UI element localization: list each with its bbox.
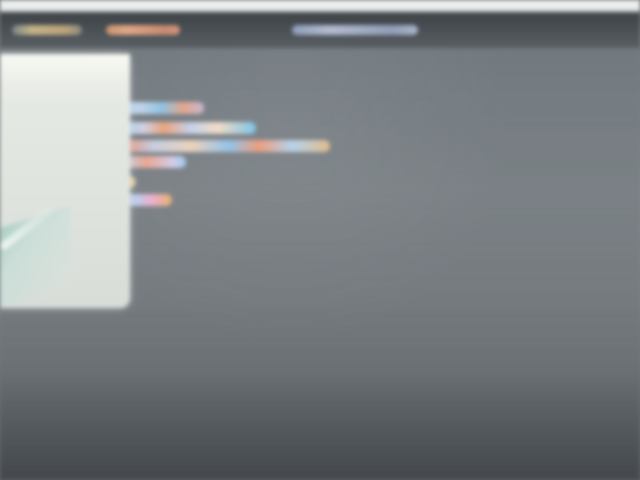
tab-first[interactable] [12,20,82,40]
dialog-title-bar [0,54,130,80]
code-line-1 [120,102,204,114]
tab-first-label [12,25,82,35]
tab-second-label [106,25,180,35]
popup-dialog [0,54,130,310]
code-line-3 [120,140,330,152]
bottom-shadow [0,370,640,480]
top-tab-bar [0,12,640,48]
tab-third[interactable] [292,20,418,40]
code-line-2 [120,122,256,134]
editor-window [0,0,640,480]
tab-second[interactable] [106,20,180,40]
tab-third-label [292,25,418,35]
